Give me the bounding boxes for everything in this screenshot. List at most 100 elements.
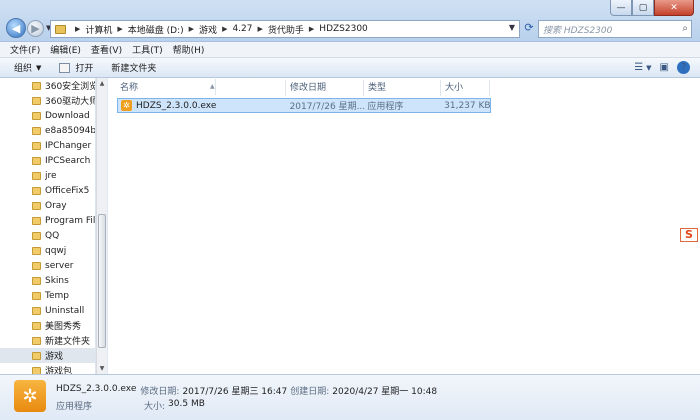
search-placeholder: 搜索 HDZS2300	[543, 26, 613, 36]
folder-icon	[32, 261, 41, 270]
nav-folder-item[interactable]: 360驱动大师目	[0, 93, 95, 108]
nav-folder-item[interactable]: jre	[0, 168, 95, 183]
nav-folder-item[interactable]: 新建文件夹	[0, 333, 95, 348]
chevron-right-icon[interactable]: ▶	[117, 25, 122, 33]
nav-folder-item[interactable]: QQ	[0, 228, 95, 243]
menu-file[interactable]: 文件(F)	[10, 43, 40, 56]
nav-folder-item[interactable]: server	[0, 258, 95, 273]
address-bar[interactable]: ▶ 计算机 ▶ 本地磁盘 (D:) ▶ 游戏 ▶ 4.27 ▶ 货代助手 ▶ H…	[50, 20, 520, 38]
open-button[interactable]: 打开	[59, 61, 93, 74]
chevron-right-icon[interactable]: ▶	[222, 25, 227, 33]
nav-folder-label: 美图秀秀	[45, 322, 82, 332]
nav-folder-item[interactable]: qqwj	[0, 243, 95, 258]
nav-folder-item[interactable]: e8a85094bdb	[0, 123, 95, 138]
nav-folder-label: Uninstall	[45, 305, 85, 316]
chevron-right-icon[interactable]: ▶	[258, 25, 263, 33]
search-input[interactable]: 搜索 HDZS2300 ⌕	[538, 20, 692, 38]
column-name-label: 名称	[120, 83, 139, 93]
nav-folder-item[interactable]: Uninstall	[0, 303, 95, 318]
nav-folder-item[interactable]: 美图秀秀	[0, 318, 95, 333]
breadcrumb-item[interactable]: 游戏	[199, 23, 217, 36]
sort-caret-icon: ▲	[206, 79, 216, 95]
breadcrumb-item[interactable]: 4.27	[232, 24, 252, 34]
details-created-label: 创建日期:	[290, 387, 330, 397]
breadcrumb-item[interactable]: 计算机	[85, 23, 112, 36]
nav-folder-label: Program Files	[45, 215, 96, 226]
close-button[interactable]: ✕	[654, 0, 694, 16]
folder-icon	[32, 231, 41, 240]
folder-icon	[32, 306, 41, 315]
help-icon[interactable]: ?	[677, 61, 690, 74]
navigation-pane: 360安全浏览器 360驱动大师目 Download e8a85094bdb IPCha…	[0, 78, 96, 374]
view-options-icon[interactable]: ☰	[634, 62, 643, 73]
breadcrumb-item[interactable]: HDZS2300	[319, 24, 367, 34]
folder-icon	[32, 351, 41, 360]
scroll-up-icon[interactable]: ▲	[97, 78, 107, 89]
nav-folder-item[interactable]: Oray	[0, 198, 95, 213]
column-name[interactable]: 名称 ▲	[116, 79, 286, 96]
folder-icon	[32, 276, 41, 285]
back-arrow-icon: ◀	[11, 21, 21, 35]
folder-icon	[32, 366, 41, 374]
folder-icon	[32, 171, 41, 180]
nav-folder-item[interactable]: 游戏	[0, 348, 95, 363]
new-folder-button[interactable]: 新建文件夹	[111, 61, 156, 74]
nav-folder-label: 游戏包	[45, 367, 73, 374]
nav-folder-label: Download	[45, 110, 90, 121]
back-button[interactable]: ◀	[6, 18, 26, 38]
details-size-label: 大小:	[144, 402, 166, 412]
toolbar: 组织 ▼ 打开 新建文件夹 ☰ ▼ ▣ ?	[0, 58, 700, 78]
nav-folder-item[interactable]: 360安全浏览器	[0, 78, 95, 93]
chevron-right-icon[interactable]: ▶	[189, 25, 194, 33]
folder-icon	[32, 291, 41, 300]
chevron-right-icon[interactable]: ▶	[309, 25, 314, 33]
title-bar: — ▢ ✕ ◀ ▶ ▼ ▶ 计算机 ▶ 本地磁盘 (D:) ▶ 游戏 ▶ 4.2…	[0, 0, 700, 42]
column-type[interactable]: 类型	[364, 80, 441, 96]
folder-icon	[32, 81, 41, 90]
file-size: 31,237 KB	[444, 100, 490, 111]
breadcrumb-item[interactable]: 货代助手	[268, 23, 304, 36]
menu-view[interactable]: 查看(V)	[91, 43, 122, 56]
nav-folder-item[interactable]: 游戏包	[0, 363, 95, 374]
organize-button[interactable]: 组织 ▼	[14, 61, 42, 75]
nav-scrollbar[interactable]: ▲ ▼	[96, 78, 107, 374]
ime-badge[interactable]: S	[680, 228, 698, 242]
nav-folder-item[interactable]: Skins	[0, 273, 95, 288]
menu-edit[interactable]: 编辑(E)	[50, 43, 81, 56]
column-modified[interactable]: 修改日期	[286, 80, 364, 96]
toolbar-right: ☰ ▼ ▣ ?	[626, 61, 690, 74]
nav-folder-label: QQ	[45, 230, 60, 241]
refresh-button[interactable]: ⟳	[522, 21, 536, 37]
chevron-down-icon: ▼	[36, 63, 42, 72]
menu-tools[interactable]: 工具(T)	[132, 43, 163, 56]
scroll-thumb[interactable]	[98, 214, 106, 348]
scroll-down-icon[interactable]: ▼	[97, 363, 107, 374]
nav-folder-item[interactable]: Program Files	[0, 213, 95, 228]
menu-help[interactable]: 帮助(H)	[173, 43, 205, 56]
nav-folder-label: OfficeFix5	[45, 185, 90, 196]
nav-folder-item[interactable]: OfficeFix5	[0, 183, 95, 198]
breadcrumb-item[interactable]: 本地磁盘 (D:)	[128, 23, 184, 36]
nav-folder-item[interactable]: IPChanger	[0, 138, 95, 153]
preview-pane-icon[interactable]: ▣	[660, 62, 669, 73]
nav-folder-label: qqwj	[45, 245, 67, 256]
column-size[interactable]: 大小	[441, 80, 490, 96]
folder-icon	[32, 156, 41, 165]
details-modified: 2017/7/26 星期三 16:47	[182, 387, 288, 397]
chevron-right-icon[interactable]: ▶	[75, 25, 80, 33]
view-dropdown-icon[interactable]: ▼	[646, 64, 651, 72]
organize-label: 组织	[14, 64, 33, 74]
nav-folder-label: server	[45, 260, 74, 271]
forward-button[interactable]: ▶	[27, 19, 44, 37]
search-icon[interactable]: ⌕	[682, 23, 688, 34]
nav-folder-item[interactable]: IPCSearch	[0, 153, 95, 168]
file-row[interactable]: ✲ HDZS_2.3.0.0.exe 2017/7/26 星期... 应用程序 …	[117, 98, 491, 113]
address-dropdown-icon[interactable]: ▼	[509, 23, 515, 32]
minimize-button[interactable]: —	[610, 0, 632, 16]
nav-folder-item[interactable]: Temp	[0, 288, 95, 303]
nav-folder-item[interactable]: Download	[0, 108, 95, 123]
nav-folder-label: jre	[45, 170, 57, 181]
details-created: 2020/4/27 星期一 10:48	[332, 387, 438, 397]
nav-folder-label: e8a85094bdb	[45, 125, 96, 136]
maximize-button[interactable]: ▢	[632, 0, 654, 16]
